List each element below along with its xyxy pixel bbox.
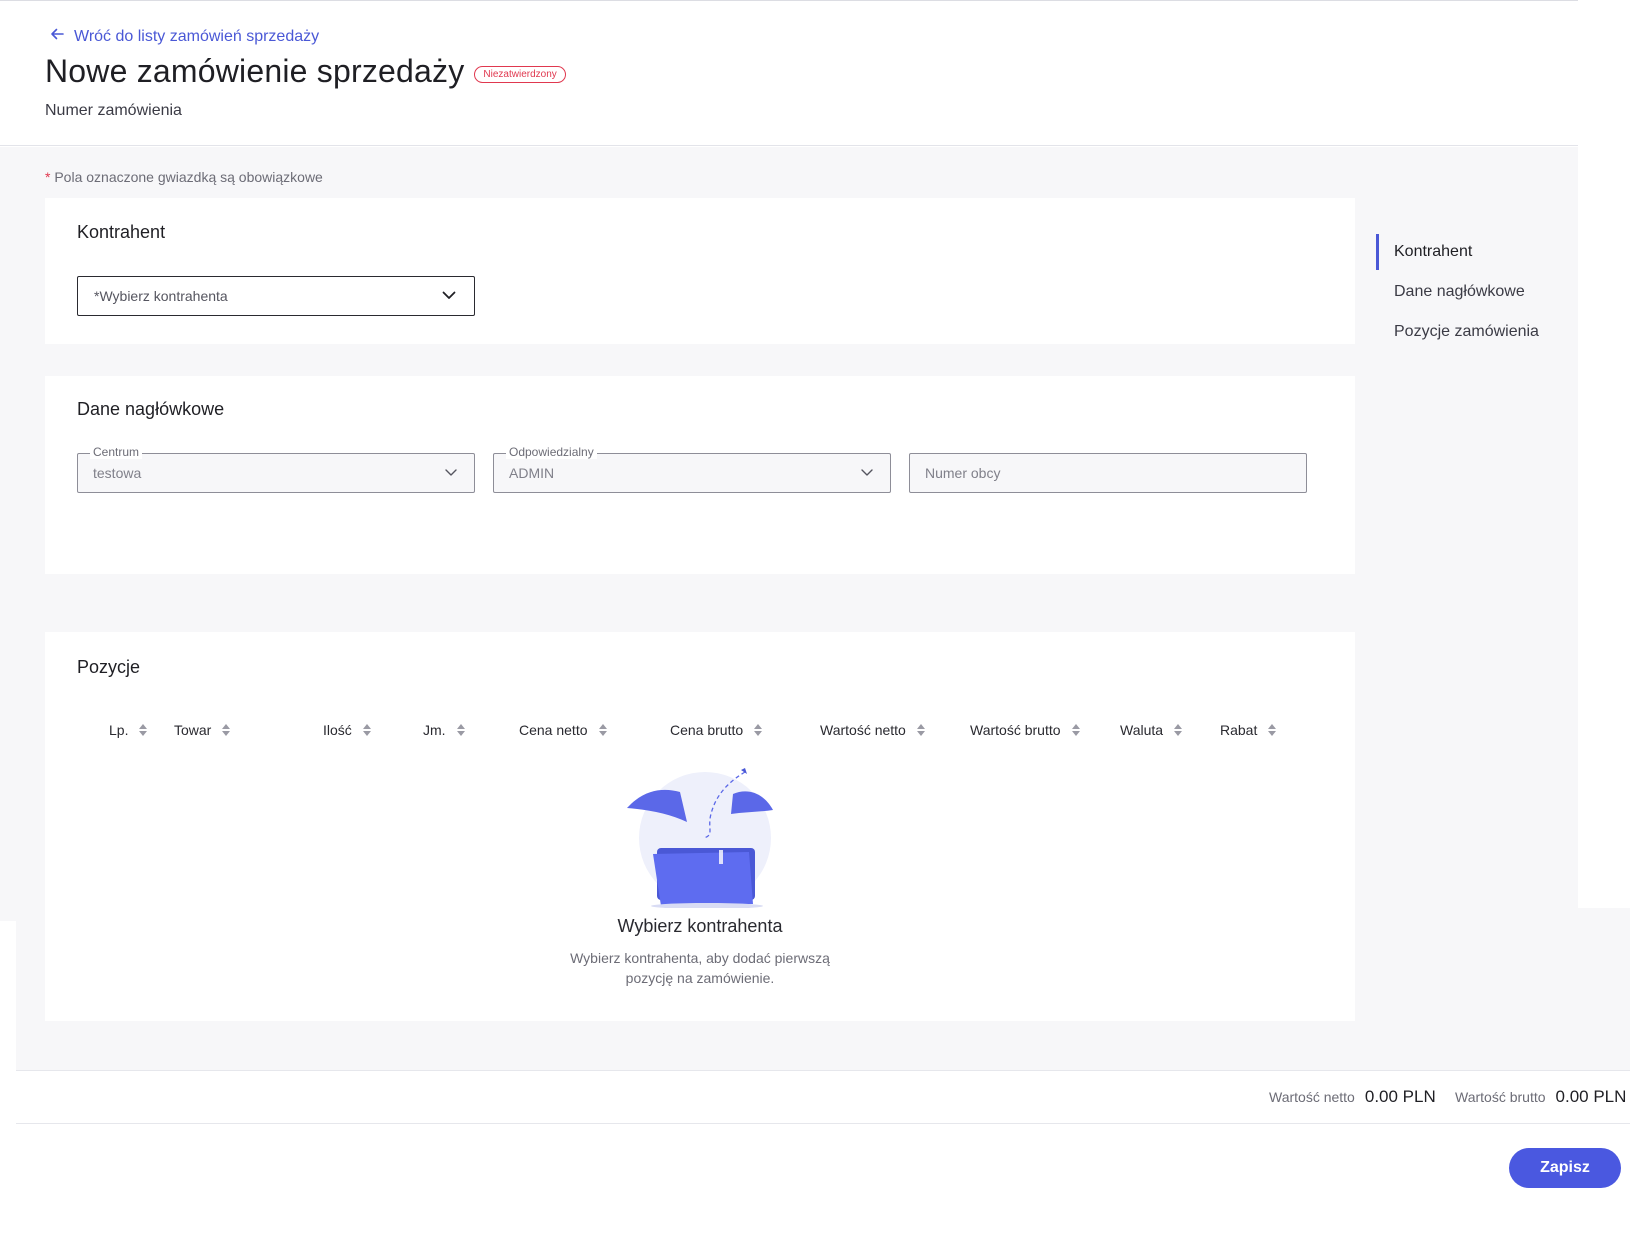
sort-icon [754,724,763,736]
required-star: * [45,169,51,185]
sort-icon [139,724,148,736]
order-number-label: Numer zamówienia [45,102,182,119]
column-header-wartosc-netto[interactable]: Wartość netto [820,712,926,748]
required-fields-note: * Pola oznaczone gwiazdką są obowiązkowe [45,169,323,185]
column-label: Ilość [323,722,352,738]
column-label: Lp. [109,722,129,738]
chevron-down-icon [440,286,458,307]
column-header-rabat[interactable]: Rabat [1220,712,1277,748]
column-label: Wartość brutto [970,722,1061,738]
contractor-select[interactable]: *Wybierz kontrahenta [77,276,475,316]
column-label: Cena netto [519,722,588,738]
net-value-summary: Wartość netto 0.00 PLN [1269,1087,1436,1107]
net-value-amount: 0.00 PLN [1364,1087,1436,1106]
title-row: Nowe zamówienie sprzedaży Niezatwierdzon… [45,53,566,90]
header-data-card-title: Dane nagłówkowe [77,399,225,419]
positions-table-header: Lp. Towar Ilość Jm. Cena netto Cena brut… [77,712,1307,748]
gross-value-summary: Wartość brutto 0.00 PLN [1455,1087,1626,1107]
column-label: Rabat [1220,722,1258,738]
section-nav-item-pozycje-zamowienia[interactable]: Pozycje zamówienia [1376,312,1576,352]
positions-card-title: Pozycje [77,657,141,677]
foreign-number-placeholder: Numer obcy [925,465,1001,481]
centrum-select[interactable]: Centrum testowa [77,445,475,493]
column-label: Jm. [423,722,446,738]
sort-icon [598,724,607,736]
required-note-text: Pola oznaczone gwiazdką są obowiązkowe [54,169,323,185]
responsible-select[interactable]: Odpowiedzialny ADMIN [493,445,891,493]
centrum-value: testowa [93,465,142,481]
column-label: Towar [174,722,212,738]
sort-icon [1174,724,1183,736]
contractor-select-placeholder: *Wybierz kontrahenta [94,288,228,304]
positions-empty-state: Wybierz kontrahenta Wybierz kontrahenta,… [45,768,1355,1008]
gross-value-label: Wartość brutto [1455,1089,1546,1105]
header-data-card: Dane nagłówkowe Centrum testowa Odpowied… [45,376,1355,574]
empty-state-description: Wybierz kontrahenta, aby dodać pierwszą … [570,950,830,986]
sort-icon [456,724,465,736]
empty-folder-illustration [627,768,773,908]
column-header-cena-brutto[interactable]: Cena brutto [670,712,763,748]
contractor-card: Kontrahent *Wybierz kontrahenta [45,198,1355,344]
sort-icon [1071,724,1080,736]
section-nav-item-dane-naglowkowe[interactable]: Dane nagłówkowe [1376,272,1576,312]
foreign-number-input[interactable]: Numer obcy [909,453,1307,493]
empty-state-title: Wybierz kontrahenta [617,916,783,936]
positions-card: Pozycje Lp. Towar Ilość Jm. Cena netto C… [45,632,1355,1021]
gross-value-amount: 0.00 PLN [1555,1087,1627,1106]
responsible-value: ADMIN [509,465,555,481]
order-summary-bar: Wartość netto 0.00 PLN Wartość brutto 0.… [16,1070,1630,1124]
arrow-left-icon [48,25,66,48]
page-header: Wróć do listy zamówień sprzedaży Nowe za… [0,0,1578,146]
chevron-down-icon [443,464,459,483]
column-header-waluta[interactable]: Waluta [1120,712,1183,748]
back-link-label[interactable]: Wróć do listy zamówień sprzedaży [74,28,319,46]
column-label: Cena brutto [670,722,744,738]
responsible-label: Odpowiedzialny [506,445,597,459]
status-badge: Niezatwierdzony [474,66,566,83]
sort-icon [916,724,925,736]
column-header-jm[interactable]: Jm. [423,712,466,748]
page-title: Nowe zamówienie sprzedaży [45,53,465,89]
column-header-wartosc-brutto[interactable]: Wartość brutto [970,712,1081,748]
column-label: Waluta [1120,722,1164,738]
column-header-towar[interactable]: Towar [174,712,231,748]
section-nav: Kontrahent Dane nagłówkowe Pozycje zamów… [1376,232,1576,352]
column-label: Wartość netto [820,722,906,738]
column-header-cena-netto[interactable]: Cena netto [519,712,608,748]
chevron-down-icon [859,464,875,483]
save-button[interactable]: Zapisz [1509,1148,1621,1188]
net-value-label: Wartość netto [1269,1089,1355,1105]
column-header-ilosc[interactable]: Ilość [323,712,372,748]
sort-icon [1268,724,1277,736]
centrum-label: Centrum [90,445,143,459]
section-nav-item-kontrahent[interactable]: Kontrahent [1376,232,1576,272]
contractor-card-title: Kontrahent [77,222,166,242]
sort-icon [362,724,371,736]
column-header-lp[interactable]: Lp. [109,712,148,748]
sort-icon [222,724,231,736]
back-to-list-link[interactable]: Wróć do listy zamówień sprzedaży [48,25,319,48]
